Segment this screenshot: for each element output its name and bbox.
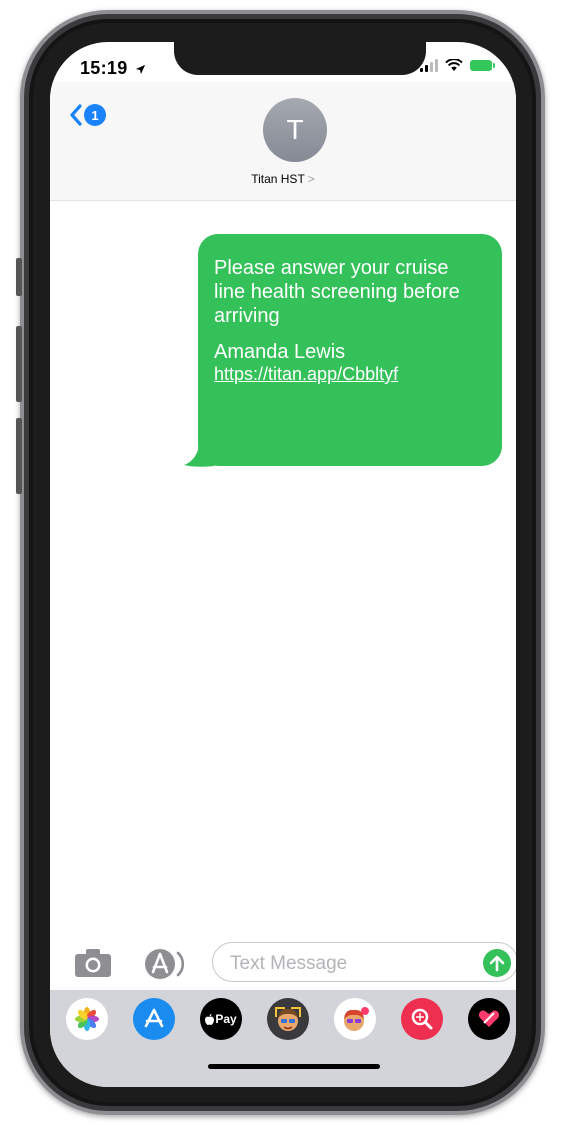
phone-screen: 15:19 1 T Titan HST > Please answer your…	[50, 42, 516, 1087]
volume-up-button	[16, 326, 22, 402]
animoji-icon	[344, 1007, 369, 1031]
app-drawer: Pay	[50, 990, 516, 1087]
photos-icon	[75, 1007, 99, 1031]
wifi-icon	[445, 58, 463, 71]
message-composer: Text Message	[50, 942, 516, 988]
apple-pay-label: Pay	[215, 1012, 237, 1026]
message-input-placeholder: Text Message	[230, 953, 348, 974]
message-sender: Amanda Lewis	[214, 341, 346, 363]
camera-icon	[75, 949, 111, 977]
volume-down-button	[16, 418, 22, 494]
contact-avatar[interactable]: T	[263, 98, 327, 162]
camera-button[interactable]	[74, 948, 112, 983]
message-link[interactable]: https://titan.app/Cbbltyf	[214, 364, 484, 384]
memoji-icon	[275, 1007, 301, 1031]
app-store-button[interactable]	[144, 948, 185, 985]
status-icons	[420, 58, 495, 72]
apple-pay-button[interactable]: Pay	[200, 998, 242, 1040]
photos-app-button[interactable]	[66, 998, 108, 1040]
home-indicator[interactable]	[208, 1064, 380, 1069]
silent-switch	[16, 258, 22, 296]
notch	[174, 42, 426, 75]
animoji-button[interactable]	[334, 998, 376, 1040]
chevron-left-icon	[70, 104, 82, 126]
contact-chevron: >	[307, 172, 315, 186]
image-search-icon	[411, 1008, 433, 1030]
memoji-button[interactable]	[267, 998, 309, 1040]
digital-touch-icon	[478, 1010, 500, 1027]
send-button[interactable]	[483, 949, 511, 977]
app-store-app-button[interactable]	[133, 998, 175, 1040]
apps-icon	[145, 949, 185, 979]
contact-name-link[interactable]: Titan HST >	[50, 172, 516, 186]
battery-icon	[470, 59, 495, 71]
apple-icon	[205, 1013, 215, 1025]
cellular-signal-icon	[420, 58, 438, 72]
conversation-header: 1 T Titan HST >	[50, 82, 516, 201]
message-input[interactable]: Text Message	[212, 942, 516, 982]
message-text: Please answer your cruise line health sc…	[214, 257, 460, 327]
digital-touch-button[interactable]	[468, 998, 510, 1040]
arrow-up-icon	[489, 955, 505, 972]
contact-name: Titan HST	[251, 172, 305, 186]
location-arrow-icon	[135, 64, 145, 75]
status-time: 15:19	[80, 58, 146, 79]
image-search-button[interactable]	[401, 998, 443, 1040]
outgoing-message-bubble: Please answer your cruise line health sc…	[198, 234, 502, 466]
back-button[interactable]: 1	[70, 104, 106, 126]
unread-count-badge: 1	[84, 104, 106, 126]
app-store-icon	[144, 1008, 164, 1028]
